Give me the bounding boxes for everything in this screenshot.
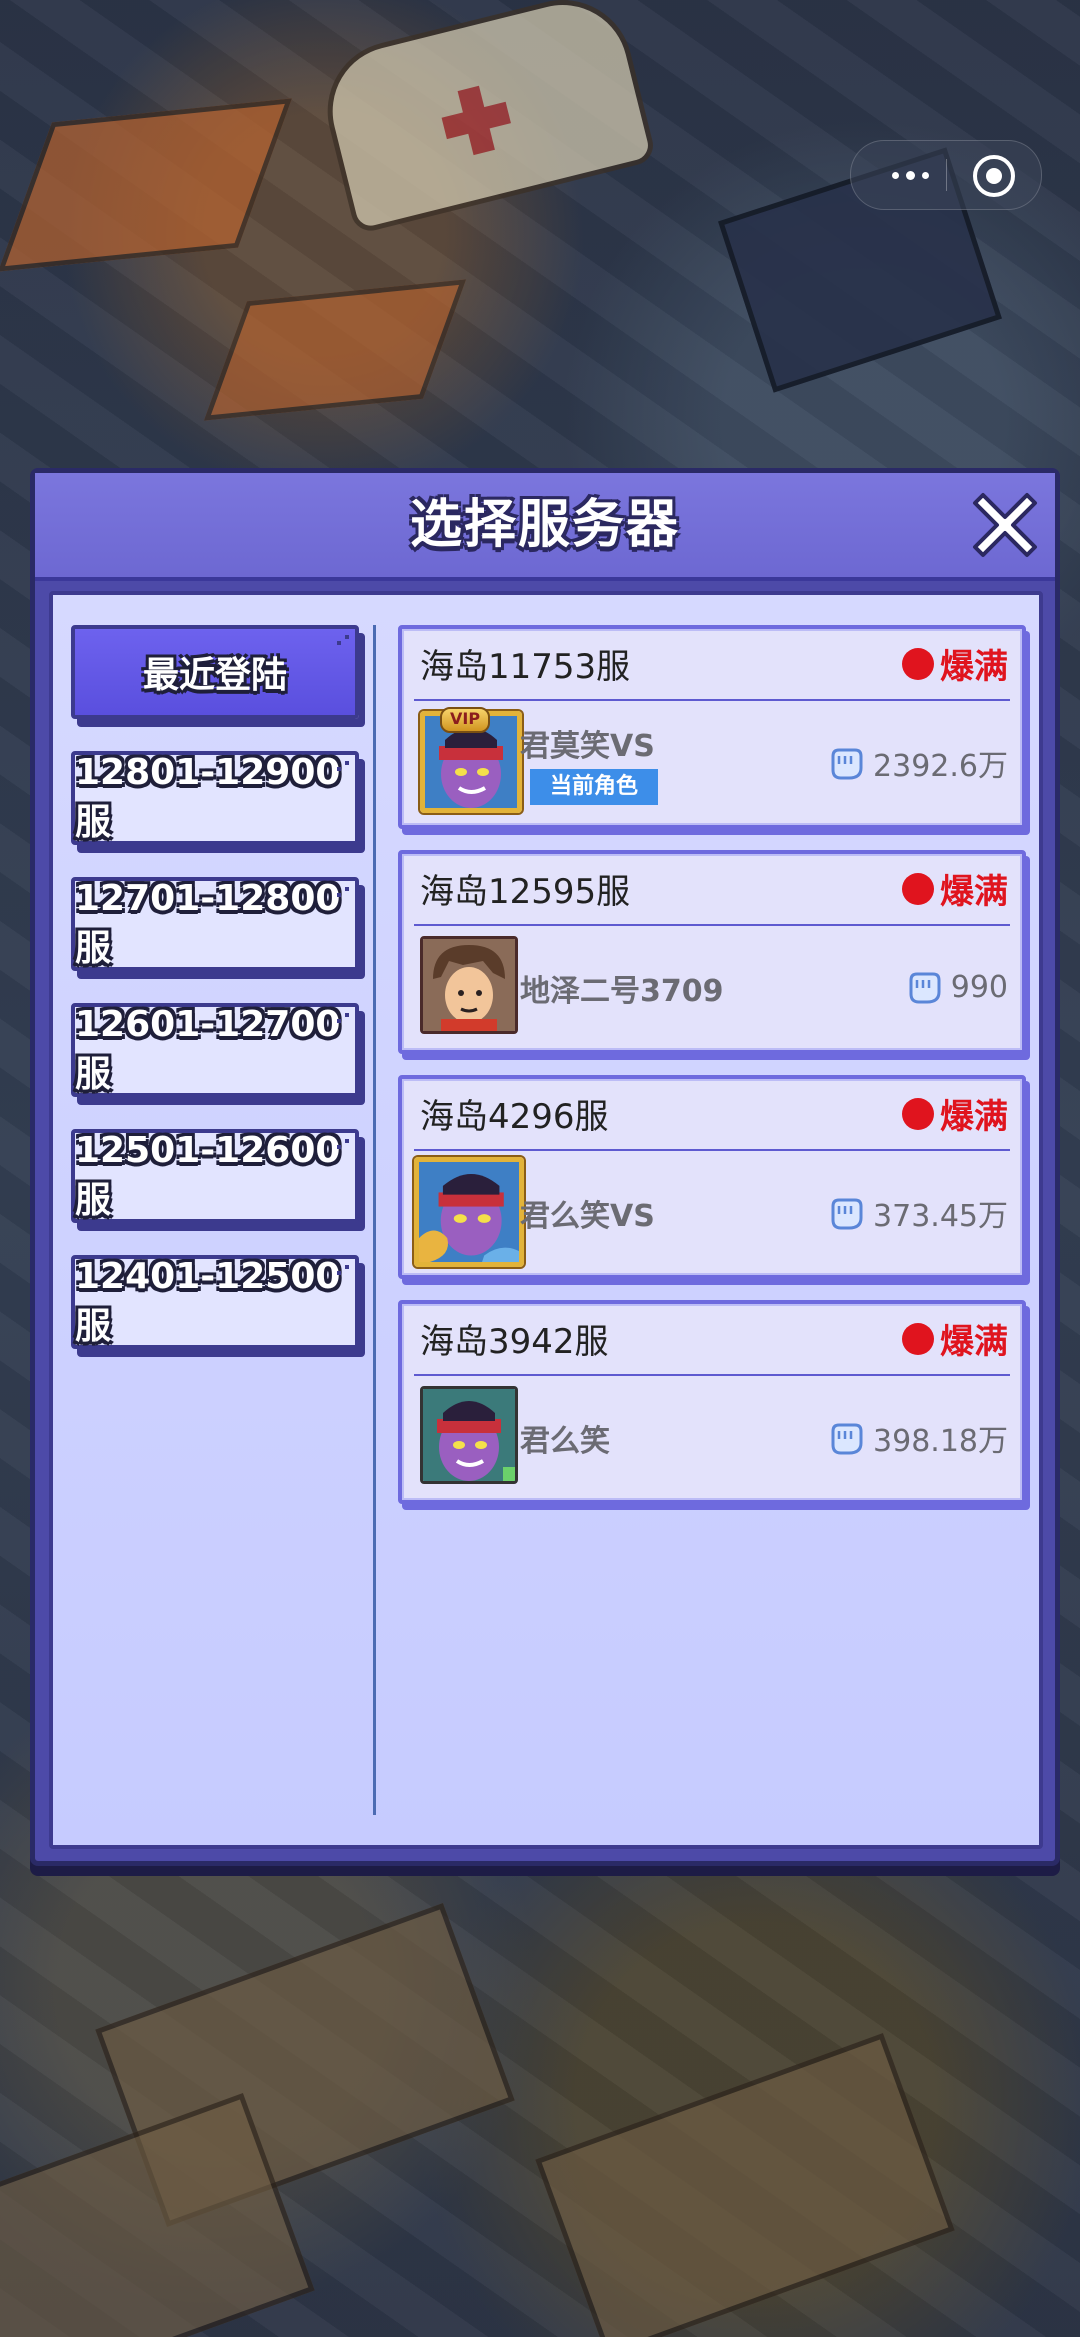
server-name: 海岛3942服 bbox=[420, 1322, 609, 1362]
tent-scenery bbox=[0, 98, 292, 272]
tab-server-range[interactable]: 12601-12700服 bbox=[71, 1003, 359, 1097]
character-name: 君莫笑VS bbox=[520, 729, 655, 764]
power-value: 2392.6万 bbox=[825, 741, 1008, 785]
brown-hair-character-icon bbox=[423, 939, 515, 1031]
status-dot-icon bbox=[902, 647, 934, 680]
status-dot-icon bbox=[902, 1097, 934, 1130]
tab-label: 12501-12600服 bbox=[75, 1129, 341, 1221]
avatar bbox=[420, 1386, 518, 1484]
server-card[interactable]: 海岛4296服 爆满 君么笑VS 373.45万 bbox=[398, 1075, 1026, 1279]
server-name: 海岛12595服 bbox=[420, 872, 631, 912]
tab-server-range[interactable]: 12401-12500服 bbox=[71, 1255, 359, 1349]
power-value: 990 bbox=[903, 966, 1008, 1008]
purple-character-dragon-frame-icon bbox=[419, 1162, 519, 1262]
server-status: 爆满 bbox=[902, 639, 1008, 688]
dialog-body: 最近登陆 12801-12900服 12701-12800服 12601-127… bbox=[49, 591, 1043, 1849]
mini-program-capsule bbox=[850, 140, 1042, 210]
server-name: 海岛4296服 bbox=[420, 1097, 609, 1137]
tab-recent-login[interactable]: 最近登陆 bbox=[71, 625, 359, 719]
avatar bbox=[420, 936, 518, 1034]
character-name: 君么笑VS bbox=[520, 1199, 655, 1234]
raft-scenery bbox=[535, 2033, 955, 2337]
tab-label: 12801-12900服 bbox=[75, 751, 341, 843]
tab-server-range[interactable]: 12501-12600服 bbox=[71, 1129, 359, 1223]
tent-scenery bbox=[203, 279, 467, 421]
fist-power-icon bbox=[831, 1423, 863, 1455]
dialog-header: 选择服务器 bbox=[35, 473, 1055, 581]
tab-server-range[interactable]: 12801-12900服 bbox=[71, 751, 359, 845]
character-name: 君么笑 bbox=[520, 1424, 610, 1459]
server-status: 爆满 bbox=[902, 1089, 1008, 1138]
tab-label: 12601-12700服 bbox=[75, 1003, 341, 1095]
power-value: 373.45万 bbox=[825, 1191, 1008, 1235]
server-name: 海岛11753服 bbox=[420, 647, 631, 687]
tab-label: 12401-12500服 bbox=[75, 1255, 341, 1347]
target-icon[interactable] bbox=[973, 155, 1015, 197]
close-button[interactable] bbox=[969, 487, 1041, 559]
avatar bbox=[414, 1157, 524, 1267]
current-role-badge: 当前角色 bbox=[530, 769, 658, 805]
purple-character-icon bbox=[423, 1389, 515, 1481]
server-card[interactable]: 海岛11753服 爆满 VIP 君莫笑VS 当前角色 2392.6万 bbox=[398, 625, 1026, 829]
tab-label: 12701-12800服 bbox=[75, 877, 341, 969]
fist-power-icon bbox=[831, 748, 863, 780]
fist-power-icon bbox=[831, 1198, 863, 1230]
status-dot-icon bbox=[902, 1322, 934, 1355]
more-dots-icon[interactable] bbox=[875, 141, 945, 209]
close-x-icon bbox=[973, 493, 1037, 557]
divider-line bbox=[373, 625, 376, 1815]
dialog-title: 选择服务器 bbox=[409, 495, 680, 555]
server-status: 爆满 bbox=[902, 1314, 1008, 1363]
server-status: 爆满 bbox=[902, 864, 1008, 913]
server-card[interactable]: 海岛12595服 爆满 地泽二号3709 990 bbox=[398, 850, 1026, 1054]
tab-label: 最近登陆 bbox=[142, 655, 287, 696]
status-dot-icon bbox=[902, 872, 934, 905]
fist-power-icon bbox=[909, 972, 941, 1004]
character-name: 地泽二号3709 bbox=[520, 974, 724, 1009]
server-select-dialog: 选择服务器 最近登陆 12801-12900服 12701-12800服 126… bbox=[30, 468, 1060, 1866]
tab-server-range[interactable]: 12701-12800服 bbox=[71, 877, 359, 971]
power-value: 398.18万 bbox=[825, 1416, 1008, 1460]
vip-badge: VIP bbox=[440, 707, 491, 733]
server-card[interactable]: 海岛3942服 爆满 君么笑 398.18万 bbox=[398, 1300, 1026, 1504]
medical-tent-scenery bbox=[312, 0, 658, 235]
